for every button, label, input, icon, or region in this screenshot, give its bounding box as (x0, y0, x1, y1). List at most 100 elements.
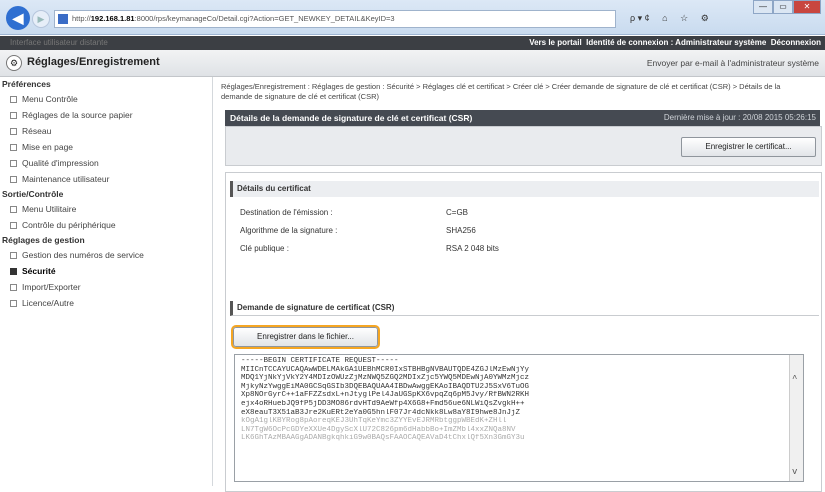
scroll-down-icon[interactable]: v (792, 468, 797, 477)
url-prefix: http:// (72, 14, 91, 23)
csr-line: Xp8NOrGyrC++1aFFZZsdxL+nJtyglPel4JaUGSpK… (241, 391, 530, 400)
sidebar-item[interactable]: Contrôle du périphérique (0, 217, 212, 233)
csr-text: -----BEGIN CERTIFICATE REQUEST----- MIICn… (241, 357, 785, 443)
minimize-icon[interactable]: — (753, 0, 773, 14)
email-admin-link[interactable]: Envoyer par e-mail à l'administrateur sy… (647, 58, 819, 68)
favicon-icon (58, 14, 68, 25)
sidebar-item-label: Réglages de la source papier (22, 110, 133, 120)
csr-heading: Demande de signature de certificat (CSR) (230, 301, 819, 316)
bullet-icon (10, 284, 17, 292)
bullet-icon (10, 252, 17, 260)
csr-textarea[interactable]: -----BEGIN CERTIFICATE REQUEST----- MIICn… (234, 354, 804, 482)
sidebar-item-label: Contrôle du périphérique (22, 220, 116, 230)
details-panel: Détails du certificat Destination de l'é… (225, 172, 822, 492)
sidebar-item[interactable]: Menu Contrôle (0, 91, 212, 107)
sidebar-item[interactable]: Qualité d'impression (0, 155, 212, 171)
section-title-bar: Détails de la demande de signature de cl… (225, 110, 820, 126)
last-update: Dernière mise à jour : 20/08 2015 05:26:… (663, 113, 816, 122)
bullet-icon (10, 176, 17, 184)
sidebar-item-label: Licence/Autre (22, 298, 74, 308)
sidebar-item-label: Qualité d'impression (22, 158, 99, 168)
sidebar: Préférences Menu Contrôle Réglages de la s… (0, 77, 213, 486)
sidebar-section-title: Réglages de gestion (2, 235, 85, 245)
url-host: 192.168.1.81 (90, 14, 135, 23)
bullet-icon (10, 96, 17, 104)
gear-icon[interactable]: ⚙ (701, 13, 709, 23)
address-bar[interactable]: http://192.168.1.81:8000/rps/keymanageCo… (54, 10, 616, 28)
sidebar-item[interactable]: Sécurité (0, 263, 212, 279)
bullet-icon (10, 160, 17, 168)
top-links-bar: Interface utilisateur distante Vers le p… (0, 36, 825, 50)
page-title: Réglages/Enregistrement (27, 56, 160, 68)
detail-label: Clé publique : (240, 244, 289, 253)
logout-link[interactable]: Déconnexion (771, 38, 821, 47)
bullet-icon (10, 144, 17, 152)
csr-line: MIICnTCCAYUCAQAwWDELMAkGA1UEBhMCR0IxSTBH… (241, 365, 530, 374)
bullet-icon (10, 268, 17, 276)
sidebar-item[interactable]: Mise en page (0, 139, 212, 155)
section-title: Détails de la demande de signature de cl… (230, 113, 473, 123)
csr-line: MDQ1YjNkYjVkY2Y4MDIzOWUzZjMzNWQ5ZGQ2MDIx… (241, 374, 530, 383)
sidebar-section-title: Préférences (2, 79, 51, 89)
bullet-icon (10, 128, 17, 136)
detail-row: Algorithme de la signature : SHA256 (240, 226, 476, 235)
scrollbar[interactable]: ^ v (789, 355, 803, 481)
sidebar-section-title: Sortie/Contrôle (2, 189, 64, 199)
page-header: ⚙ Réglages/Enregistrement Envoyer par e-… (0, 50, 825, 77)
top-links: Vers le portail Identité de connexion : … (529, 36, 821, 50)
csr-line: LN7TgW6OcPcGDYeXXUe4DgyScXlU72C826pm6dHa… (241, 425, 516, 434)
url-path: :8000/rps/keymanageCo/Detail.cgi?Action=… (134, 14, 395, 23)
ui-name: Interface utilisateur distante (10, 38, 108, 47)
csr-line: LK6GhTAzMBAAGgADANBgkqhkiG9w0BAQsFAAOCAQ… (241, 434, 525, 443)
sidebar-item-label: Réseau (22, 126, 52, 136)
sidebar-item-label: Gestion des numéros de service (22, 250, 144, 260)
action-toolbar: Enregistrer le certificat... (225, 126, 822, 166)
csr-line: kOgA1glKBYRog8pAoreqKEJ3UhTqKeYmc3ZYYEvE… (241, 417, 507, 426)
window-controls: — ▭ ✕ (753, 0, 821, 14)
bullet-icon (10, 112, 17, 120)
detail-row: Destination de l'émission : C=GB (240, 208, 468, 217)
csr-line: ejx4oRHuebJQ9fP5jDD3MO86rdvHTd9AeWfp4X6G… (241, 399, 525, 408)
sidebar-item-label: Import/Exporter (22, 282, 81, 292)
back-arrow-icon[interactable]: ◀ (6, 6, 30, 30)
detail-value: C=GB (446, 208, 469, 217)
sidebar-item[interactable]: Maintenance utilisateur (0, 171, 212, 187)
sidebar-item[interactable]: Gestion des numéros de service (0, 247, 212, 263)
sidebar-item[interactable]: Menu Utilitaire (0, 201, 212, 217)
csr-line: -----BEGIN CERTIFICATE REQUEST----- (241, 357, 399, 365)
detail-row: Clé publique : RSA 2 048 bits (240, 244, 499, 253)
register-certificate-button[interactable]: Enregistrer le certificat... (681, 137, 816, 157)
sidebar-item[interactable]: Licence/Autre (0, 295, 212, 311)
bullet-icon (10, 206, 17, 214)
csr-line: eX8eauT3X51aB3Jre2KuERt2eYa0G5hnlF07Jr4d… (241, 408, 521, 417)
breadcrumb: Réglages/Enregistrement : Réglages de ge… (221, 82, 781, 101)
bullet-icon (10, 300, 17, 308)
detail-label: Algorithme de la signature : (240, 226, 338, 235)
forward-arrow-icon[interactable]: ▶ (32, 10, 50, 28)
home-icon[interactable]: ⌂ (662, 13, 667, 23)
sidebar-item-label: Menu Utilitaire (22, 204, 77, 214)
portal-link[interactable]: Vers le portail (529, 38, 581, 47)
favorites-star-icon[interactable]: ☆ (680, 13, 688, 23)
maximize-icon[interactable]: ▭ (773, 0, 793, 14)
browser-toolbar: ◀ ▶ http://192.168.1.81:8000/rps/keymana… (0, 0, 825, 35)
search-icon[interactable]: ρ ▾ ¢ (630, 13, 650, 23)
login-info: Identité de connexion : Administrateur s… (586, 38, 767, 47)
close-icon[interactable]: ✕ (793, 0, 821, 14)
sidebar-item-label: Mise en page (22, 142, 74, 152)
detail-value: SHA256 (446, 226, 476, 235)
sidebar-item-label: Menu Contrôle (22, 94, 78, 104)
scroll-up-icon[interactable]: ^ (792, 375, 797, 384)
sidebar-item-label: Maintenance utilisateur (22, 174, 110, 184)
sidebar-item[interactable]: Import/Exporter (0, 279, 212, 295)
cert-details-heading: Détails du certificat (230, 181, 819, 197)
csr-line: MjkyNzYwggEiMA0GCSqGSIb3DQEBAQUAA4IBDwAw… (241, 382, 530, 391)
sidebar-item-label: Sécurité (22, 266, 56, 276)
detail-value: RSA 2 048 bits (446, 244, 499, 253)
sidebar-item[interactable]: Réseau (0, 123, 212, 139)
save-to-file-button[interactable]: Enregistrer dans le fichier... (233, 327, 378, 347)
main-content: Réglages/Enregistrement : Réglages de ge… (221, 82, 825, 492)
settings-logo-icon: ⚙ (6, 55, 22, 71)
sidebar-item[interactable]: Réglages de la source papier (0, 107, 212, 123)
detail-label: Destination de l'émission : (240, 208, 333, 217)
